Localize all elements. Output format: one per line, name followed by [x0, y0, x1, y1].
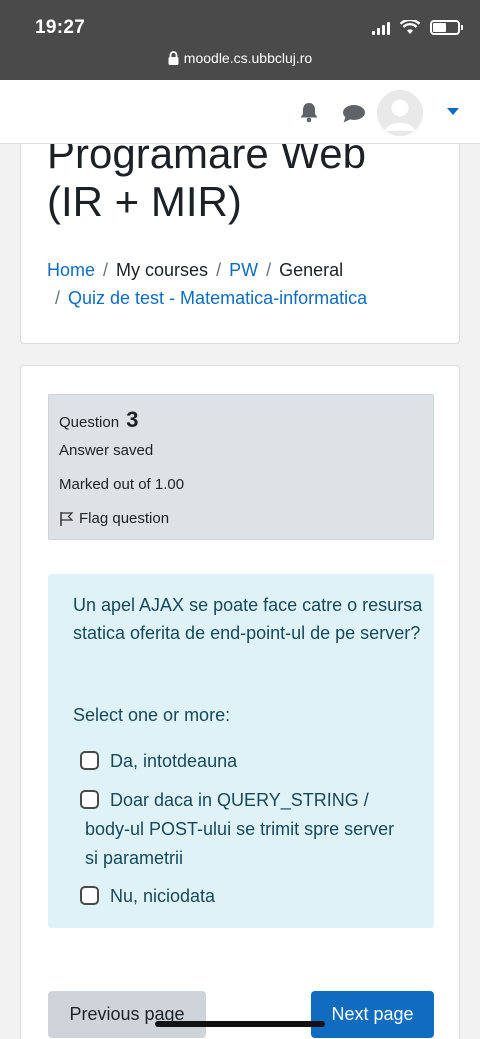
answer-option-2[interactable]: Doar daca in QUERY_STRING / body-ul POST… — [80, 786, 400, 873]
answer-checkbox-3[interactable] — [80, 886, 99, 905]
breadcrumb-separator: / — [216, 260, 222, 280]
avatar[interactable] — [377, 90, 423, 136]
question-info-box: Question 3 Answer saved Marked out of 1.… — [48, 394, 434, 540]
answer-option-label-2-line1: Doar daca in QUERY_STRING / — [110, 790, 369, 810]
question-number-value: 3 — [126, 407, 139, 432]
question-grade: Marked out of 1.00 — [59, 476, 185, 493]
home-indicator[interactable] — [155, 1021, 325, 1027]
breadcrumb-separator: / — [55, 288, 61, 308]
breadcrumb-general: General — [279, 260, 344, 280]
course-header-card: Programare Web (IR + MIR) Home / My course… — [20, 144, 460, 344]
battery-icon — [430, 20, 463, 35]
top-navbar — [0, 80, 480, 144]
previous-page-button[interactable]: Previous page — [48, 991, 206, 1038]
flag-question-button[interactable]: Flag question — [59, 510, 169, 527]
question-prompt: Un apel AJAX se poate face catre o resur… — [73, 595, 423, 643]
answer-option-label-2: Doar daca in QUERY_STRING / body-ul POST… — [85, 786, 400, 873]
flag-question-label: Flag question — [79, 510, 170, 527]
course-title-line2: (IR + MIR) — [47, 178, 242, 225]
question-number: Question 3 — [59, 407, 138, 433]
answer-checkbox-2[interactable] — [80, 790, 99, 809]
bell-icon[interactable] — [298, 101, 320, 123]
question-text-box: Un apel AJAX se poate face catre o resur… — [48, 574, 434, 928]
answer-option-label-1: Da, intotdeauna — [110, 751, 238, 771]
chat-icon[interactable] — [342, 104, 366, 123]
breadcrumb-pw[interactable]: PW — [229, 260, 258, 280]
answer-option-3[interactable]: Nu, niciodata — [80, 882, 215, 911]
select-one-or-more-label: Select one or more: — [73, 705, 231, 725]
breadcrumb-separator: / — [103, 260, 109, 280]
url-text: moodle.cs.ubbcluj.ro — [183, 50, 313, 66]
answer-option-label-2-line2: body-ul POST-ului se trimit spre server … — [85, 819, 395, 868]
course-title-line1: Programare Web — [47, 144, 367, 177]
lock-icon — [168, 51, 179, 65]
caret-down-icon[interactable] — [447, 108, 459, 116]
status-time: 19:27 — [35, 17, 86, 38]
wifi-icon — [400, 20, 420, 34]
user-icon — [377, 90, 423, 136]
breadcrumb-my-courses: My courses — [116, 260, 209, 280]
breadcrumb-home[interactable]: Home — [47, 260, 95, 280]
breadcrumb: Home / My courses / PW / General / Quiz de test … — [47, 256, 447, 312]
status-icons — [372, 20, 463, 35]
answer-checkbox-1[interactable] — [80, 751, 99, 770]
breadcrumb-separator: / — [266, 260, 272, 280]
breadcrumb-quiz[interactable]: Quiz de test - Matematica-informatica — [68, 288, 367, 308]
answer-option-label-3: Nu, niciodata — [110, 886, 216, 906]
next-page-button[interactable]: Next page — [311, 991, 434, 1038]
answer-state: Answer saved — [59, 442, 154, 459]
browser-status-bar: 19:27 moodle.cs.ubbcluj.ro — [0, 0, 480, 80]
question-number-label: Question — [59, 414, 120, 431]
course-title: Programare Web (IR + MIR) — [47, 144, 366, 226]
address-bar[interactable]: moodle.cs.ubbcluj.ro — [0, 50, 480, 66]
quiz-card: Question 3 Answer saved Marked out of 1.… — [20, 365, 460, 1039]
signal-icon — [372, 21, 390, 35]
flag-icon — [60, 511, 74, 526]
answer-option-1[interactable]: Da, intotdeauna — [80, 747, 237, 776]
